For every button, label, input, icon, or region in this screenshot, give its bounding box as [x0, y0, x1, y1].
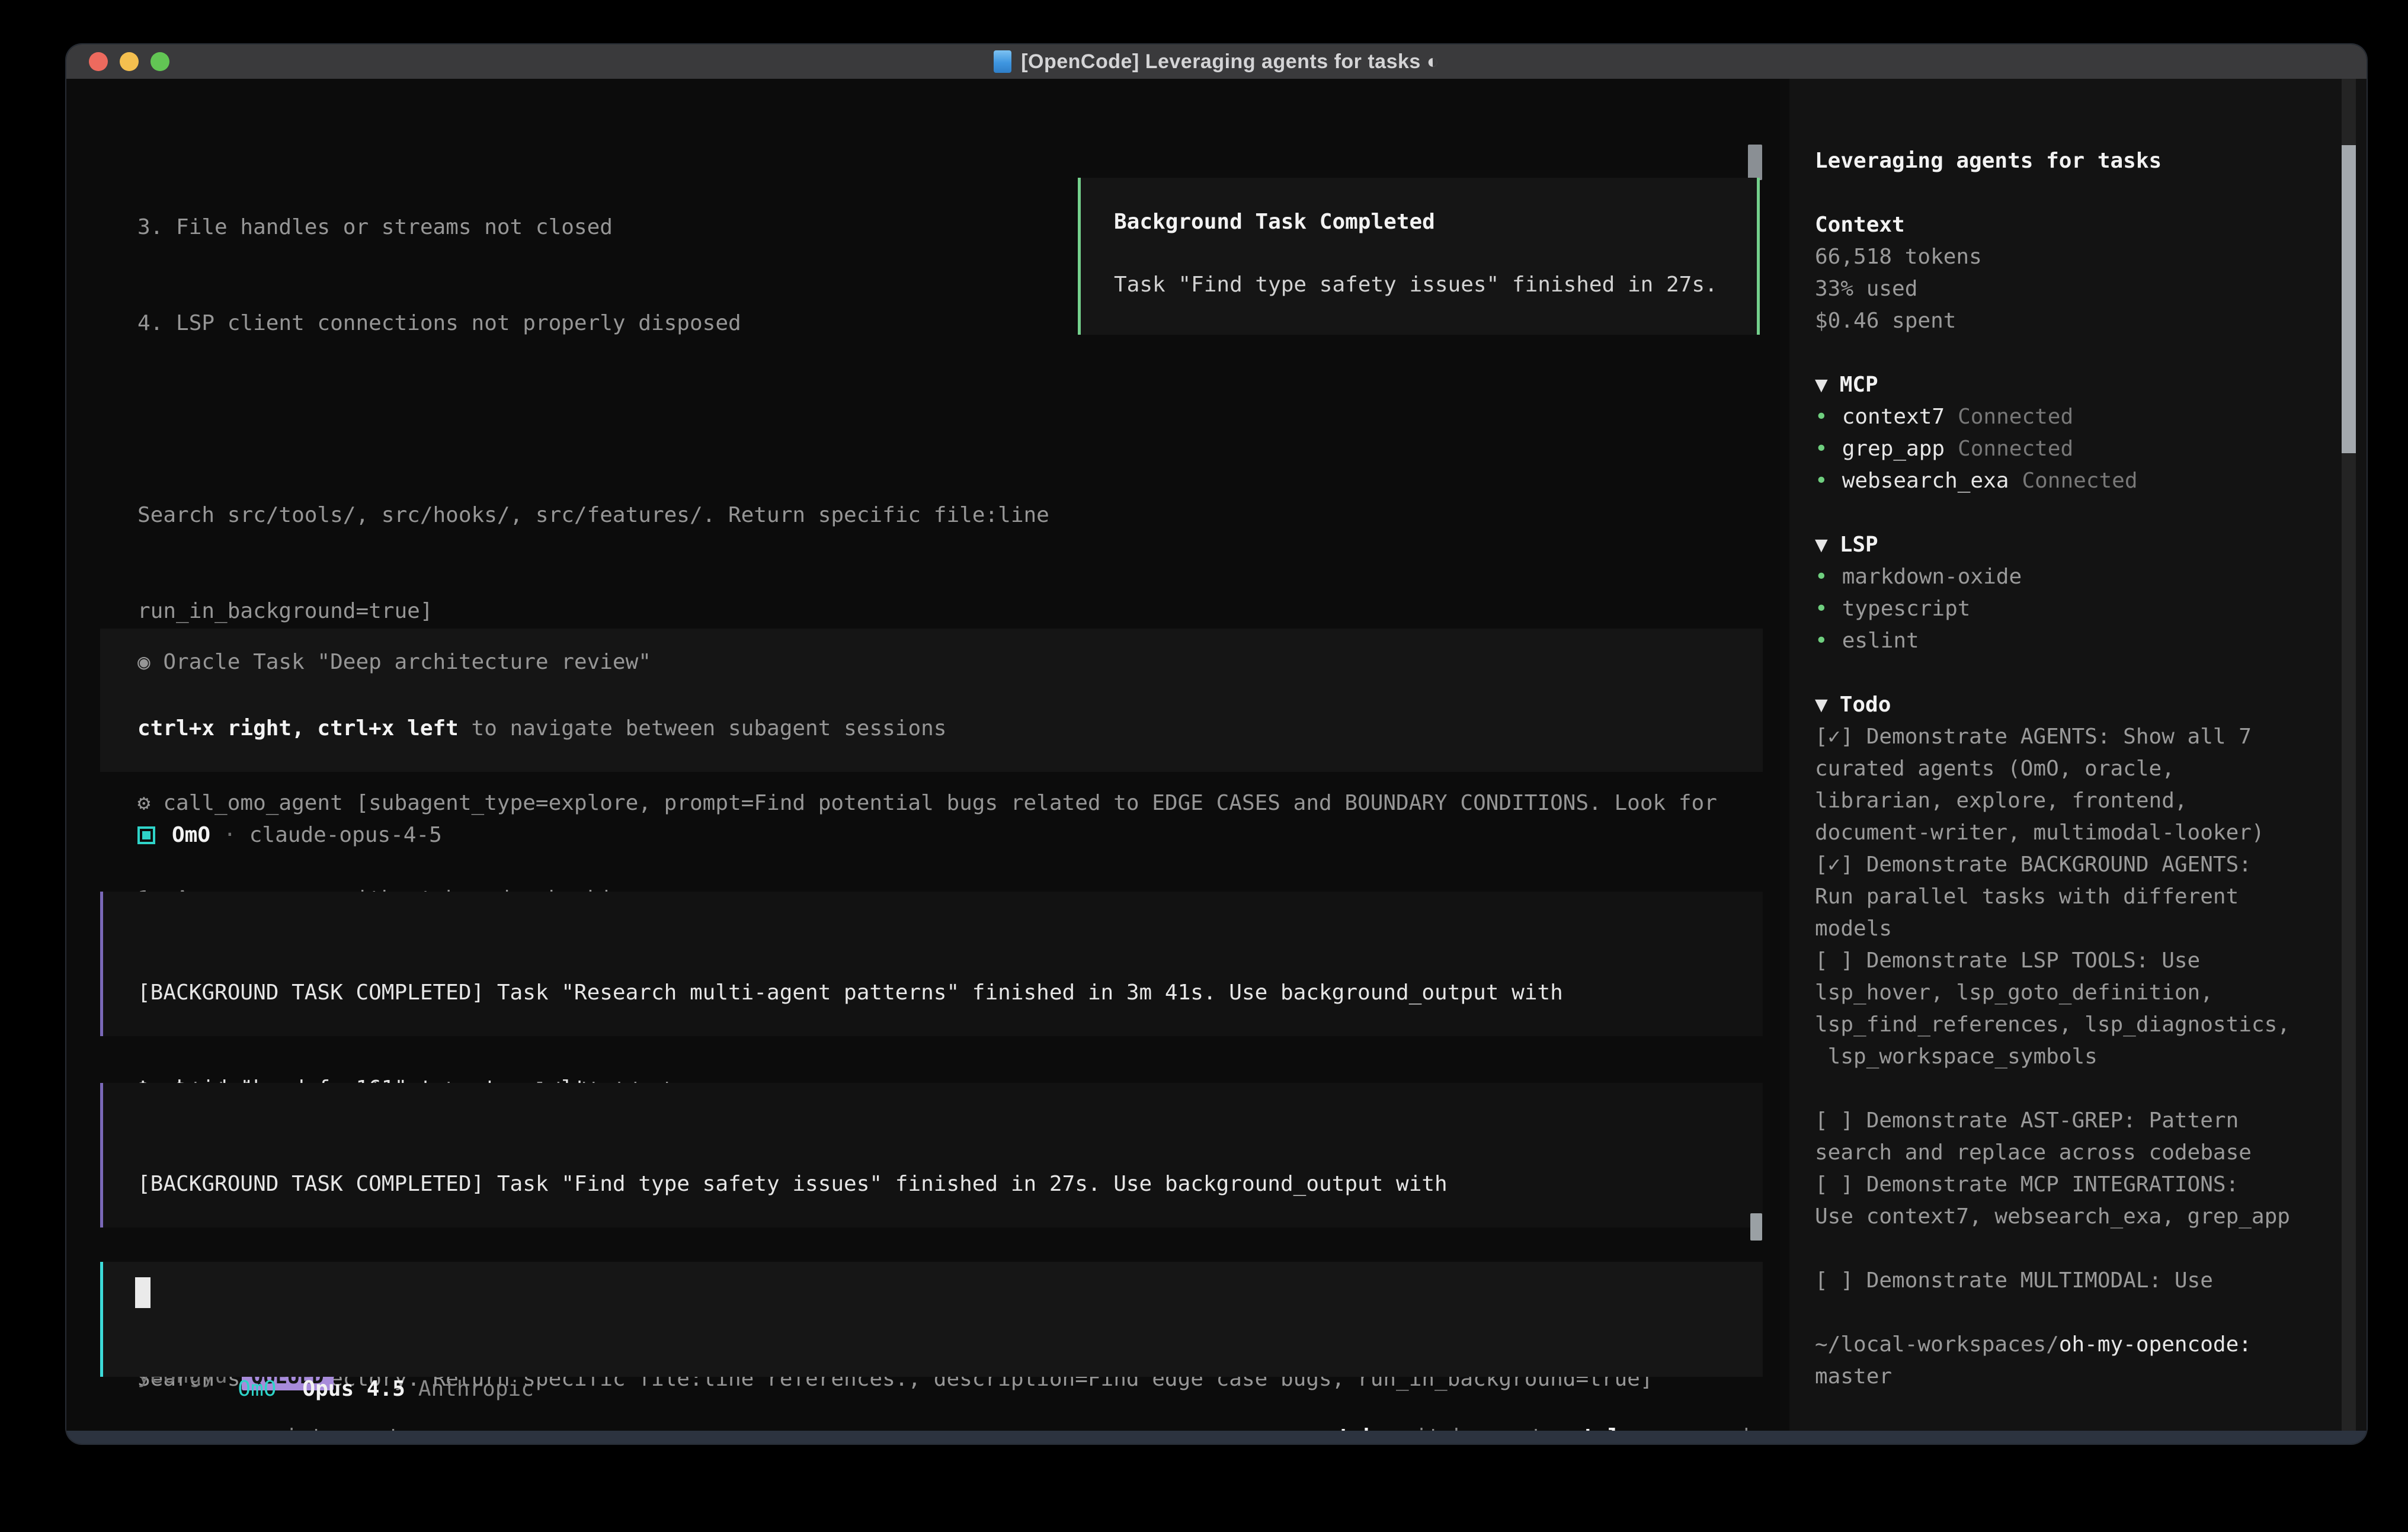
mcp-status: Connected	[2022, 469, 2137, 493]
chevron-down-icon: ▼	[1815, 533, 1828, 557]
todo-line-pending: Use context7, websearch_exa, grep_app	[1815, 1201, 2289, 1233]
section-mcp[interactable]: ▼ MCP	[1815, 369, 2289, 401]
lsp-item: • eslint	[1815, 625, 2289, 657]
todo-line-pending: [ ] Demonstrate MULTIMODAL: Use	[1815, 1265, 2289, 1297]
oracle-task-title: ◉ Oracle Task "Deep architecture review"	[137, 646, 651, 678]
path-prefix: ~/local-workspaces/	[1815, 1332, 2059, 1357]
input-model-name: Opus 4.5	[302, 1377, 405, 1401]
prompt-input[interactable]: OmOOpus 4.5Anthropic	[100, 1262, 1763, 1377]
shortcut-keys: ctrl+x right, ctrl+x left	[137, 716, 459, 741]
toast-title: Background Task Completed	[1114, 206, 1435, 238]
todo-line-done: Run parallel tasks with different	[1815, 881, 2289, 913]
todo-line-done: document-writer, multimodal-looker)	[1815, 817, 2289, 849]
bullet-icon: •	[1815, 405, 1828, 429]
todo-line-active: [ ] Demonstrate LSP TOOLS: Use	[1815, 945, 2289, 977]
agent-message-header: OmO · claude-opus-4-5	[137, 819, 442, 851]
context-heading: Context	[1815, 209, 2289, 241]
window-titlebar[interactable]: [OpenCode] Leveraging agents for tasks ◐	[66, 44, 2367, 79]
log-line: run_in_background=true]	[137, 595, 1731, 627]
todo-line-done: curated agents (OmO, oracle,	[1815, 753, 2289, 785]
oracle-task-panel[interactable]: ◉ Oracle Task "Deep architecture review"…	[100, 629, 1763, 772]
mcp-status: Connected	[1958, 405, 2073, 429]
background-task-message: [BACKGROUND TASK COMPLETED] Task "Find t…	[100, 1083, 1763, 1227]
lsp-heading: LSP	[1840, 533, 1878, 557]
lsp-item: • markdown-oxide	[1815, 561, 2289, 593]
mcp-heading: MCP	[1840, 373, 1878, 397]
todo-line-done: [✓] Demonstrate AGENTS: Show all 7	[1815, 721, 2289, 753]
agent-icon	[137, 826, 155, 844]
todo-line-active: lsp_workspace_symbols	[1815, 1041, 2289, 1073]
repo-name: oh-my-opencode:	[2059, 1332, 2252, 1357]
bullet-icon: •	[1815, 629, 1828, 653]
mcp-name: websearch_exa	[1842, 469, 2009, 493]
terminal-content: 3. File handles or streams not closed 4.…	[66, 79, 2367, 1431]
tool-call-line: ⚙ call_omo_agent [subagent_type=explore,…	[137, 787, 1731, 819]
mcp-name: grep_app	[1842, 437, 1945, 461]
todo-line-active: lsp_find_references, lsp_diagnostics,	[1815, 1009, 2289, 1041]
todo-line-active: lsp_hover, lsp_goto_definition,	[1815, 977, 2289, 1009]
window-bottom-bar	[66, 1431, 2367, 1444]
bullet-icon: •	[1815, 597, 1828, 621]
log-line: Search src/tools/, src/hooks/, src/featu…	[137, 499, 1731, 531]
main-scrollbar-thumb-bottom[interactable]	[1750, 1213, 1762, 1241]
main-scrollbar-thumb[interactable]	[1748, 145, 1762, 180]
section-todo[interactable]: ▼ Todo	[1815, 689, 2289, 721]
context-used: 33% used	[1815, 273, 2289, 305]
log-line	[137, 403, 1731, 435]
mcp-status: Connected	[1958, 437, 2073, 461]
branch-name: master	[1815, 1361, 2289, 1393]
input-agent-name: OmO	[238, 1377, 276, 1401]
mcp-name: context7	[1842, 405, 1945, 429]
bullet-icon: •	[1815, 437, 1828, 461]
agent-model: claude-opus-4-5	[249, 819, 442, 851]
todo-line-pending: search and replace across codebase	[1815, 1137, 2289, 1169]
lsp-name: markdown-oxide	[1842, 565, 2022, 589]
bullet-icon: •	[1815, 469, 1828, 493]
agent-name: OmO	[172, 819, 210, 851]
mcp-item: • context7 Connected	[1815, 401, 2289, 433]
toast-body: Task "Find type safety issues" finished …	[1114, 269, 1718, 301]
todo-line-done: librarian, explore, frontend,	[1815, 785, 2289, 817]
toast-notification[interactable]: Background Task Completed Task "Find typ…	[1078, 178, 1760, 335]
terminal-window: [OpenCode] Leveraging agents for tasks ◐…	[66, 44, 2367, 1444]
task-line: [BACKGROUND TASK COMPLETED] Task "Find t…	[137, 1168, 1448, 1200]
todo-line-done: [✓] Demonstrate BACKGROUND AGENTS:	[1815, 849, 2289, 881]
shortcut-hint-text: to navigate between subagent sessions	[459, 716, 947, 741]
sidebar-title: Leveraging agents for tasks	[1815, 145, 2289, 177]
workspace-path: ~/local-workspaces/oh-my-opencode:	[1815, 1329, 2289, 1361]
context-spent: $0.46 spent	[1815, 305, 2289, 337]
window-title: [OpenCode] Leveraging agents for tasks ◐	[1021, 44, 1439, 79]
text-cursor	[135, 1277, 150, 1308]
separator-dot: ·	[223, 819, 236, 851]
lsp-item: • typescript	[1815, 593, 2289, 625]
todo-line-pending: [ ] Demonstrate MCP INTEGRATIONS:	[1815, 1169, 2289, 1201]
context-tokens: 66,518 tokens	[1815, 241, 2289, 273]
mcp-item: • grep_app Connected	[1815, 433, 2289, 465]
input-provider-name: Anthropic	[418, 1377, 534, 1401]
sidebar: Leveraging agents for tasks Context 66,5…	[1789, 79, 2367, 1431]
todo-heading: Todo	[1840, 693, 1891, 717]
background-task-message: [BACKGROUND TASK COMPLETED] Task "Resear…	[100, 892, 1763, 1036]
section-lsp[interactable]: ▼ LSP	[1815, 529, 2289, 561]
bullet-icon: •	[1815, 565, 1828, 589]
oracle-task-hint: ctrl+x right, ctrl+x left to navigate be…	[137, 713, 946, 745]
mcp-item: • websearch_exa Connected	[1815, 465, 2289, 497]
document-icon	[994, 50, 1011, 73]
chevron-down-icon: ▼	[1815, 373, 1828, 397]
todo-line-done: models	[1815, 913, 2289, 945]
lsp-name: eslint	[1842, 629, 1919, 653]
chevron-down-icon: ▼	[1815, 693, 1828, 717]
todo-line-pending: [ ] Demonstrate AST-GREP: Pattern	[1815, 1105, 2289, 1137]
lsp-name: typescript	[1842, 597, 1971, 621]
sidebar-scrollbar-thumb[interactable]	[2342, 145, 2356, 453]
task-line: [BACKGROUND TASK COMPLETED] Task "Resear…	[137, 977, 1563, 1009]
